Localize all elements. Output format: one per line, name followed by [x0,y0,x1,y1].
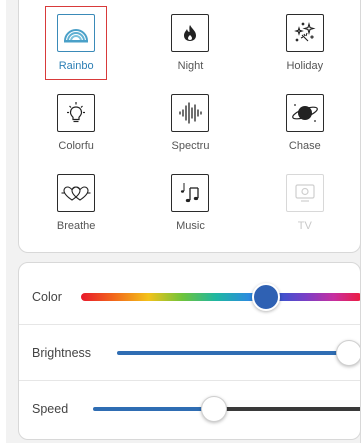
mode-chase[interactable]: Chase [248,94,362,162]
speed-slider-rest[interactable] [224,407,360,411]
mode-label: Breathe [56,220,96,232]
mode-tv[interactable]: TV [248,174,362,242]
app-panel: Rainbo Night Holiday Colorfu Spectru Cha… [6,0,361,443]
color-row: Color [19,269,360,325]
brightness-slider-thumb[interactable] [336,339,360,366]
brightness-label: Brightness [32,345,92,360]
mode-spectrum[interactable]: Spectru [133,94,247,162]
mode-night[interactable]: Night [133,14,247,82]
speed-label: Speed [32,402,69,416]
planet-icon [285,94,324,132]
color-slider-thumb[interactable] [252,282,281,311]
mode-label: Music [176,220,205,232]
lightbulb-icon [57,94,96,132]
mode-label: Colorfu [58,140,94,152]
color-label: Color [32,289,62,304]
music-notes-icon [171,174,210,212]
color-slider-track[interactable] [81,292,360,301]
fireworks-icon [285,14,324,52]
mode-holiday[interactable]: Holiday [248,14,362,82]
mode-breathe[interactable]: Breathe [19,174,133,242]
hearts-icon [57,174,96,212]
mode-label: Holiday [286,60,324,72]
sound-wave-icon [171,94,210,132]
brightness-row: Brightness [19,325,360,381]
tv-icon [285,174,324,212]
mode-label: Spectru [171,140,210,152]
light-modes-card: Rainbo Night Holiday Colorfu Spectru Cha… [18,0,361,253]
mode-colorful[interactable]: Colorfu [19,94,133,162]
mode-rainbow[interactable]: Rainbo [19,6,133,82]
mode-label: Night [177,60,204,72]
brightness-slider-fill[interactable] [117,350,339,355]
speed-row: Speed [19,381,360,437]
mode-label: Chase [288,140,321,152]
selection-frame [45,6,108,80]
controls-card: Color Brightness Speed [18,262,361,440]
speed-slider-fill[interactable] [93,407,205,411]
speed-slider-thumb[interactable] [201,396,228,422]
mode-label: TV [297,220,312,232]
flame-icon [171,14,210,52]
mode-music[interactable]: Music [133,174,247,242]
mode-grid: Rainbo Night Holiday Colorfu Spectru Cha… [19,6,362,242]
